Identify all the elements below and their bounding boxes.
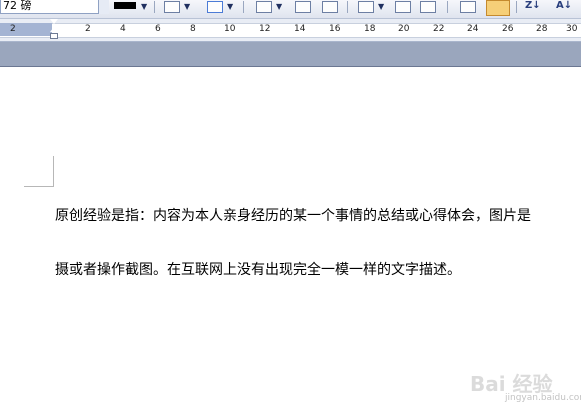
ruler-label: 18 bbox=[364, 24, 376, 34]
highlight-icon[interactable] bbox=[207, 1, 223, 13]
align-bottom-icon[interactable] bbox=[420, 1, 436, 13]
align-top-icon[interactable] bbox=[395, 1, 411, 13]
horizontal-ruler[interactable]: 2 2 4 6 8 10 12 14 16 18 20 22 24 26 28 … bbox=[0, 19, 581, 42]
toolbar-separator bbox=[243, 1, 244, 13]
grid-toggle-button[interactable] bbox=[486, 0, 510, 16]
workspace-background bbox=[0, 42, 581, 67]
chevron-down-icon[interactable]: ▼ bbox=[184, 2, 190, 11]
formatting-toolbar: 72 磅 ▼ ▼ ▼ ▼ ▼ Z↓ A↓ bbox=[0, 0, 581, 19]
document-paragraph[interactable]: 原创经验是指：内容为本人亲身经历的某一个事情的总结或心得体会，图片是 bbox=[55, 205, 531, 225]
font-size-dropdown-arrow[interactable] bbox=[98, 0, 109, 14]
toolbar-separator bbox=[516, 1, 517, 13]
merge-cells-icon[interactable] bbox=[322, 1, 338, 13]
left-indent-marker[interactable] bbox=[50, 33, 58, 39]
ruler-left-margin bbox=[0, 23, 52, 36]
ruler-label: 8 bbox=[190, 24, 196, 34]
ruler-label: 30 bbox=[566, 24, 578, 34]
toolbar-separator bbox=[447, 1, 448, 13]
ruler-label: 16 bbox=[329, 24, 341, 34]
ruler-label: 2 bbox=[85, 24, 91, 34]
ruler-label: 22 bbox=[433, 24, 445, 34]
ruler-label: 20 bbox=[398, 24, 410, 34]
font-color-icon[interactable] bbox=[114, 2, 136, 9]
first-line-indent-marker[interactable] bbox=[50, 19, 58, 24]
toolbar-separator bbox=[154, 1, 155, 13]
table-icon[interactable] bbox=[256, 1, 272, 13]
ruler-label: 14 bbox=[294, 24, 306, 34]
document-paragraph[interactable]: 摄或者操作截图。在互联网上没有出现完全一模一样的文字描述。 bbox=[55, 259, 461, 279]
columns-icon[interactable] bbox=[358, 1, 374, 13]
ruler-label: 4 bbox=[120, 24, 126, 34]
chevron-down-icon[interactable]: ▼ bbox=[141, 2, 147, 11]
chevron-down-icon[interactable]: ▼ bbox=[378, 2, 384, 11]
font-size-value: 72 磅 bbox=[3, 0, 32, 12]
page-corner-mark bbox=[24, 186, 54, 187]
ruler-label: 26 bbox=[502, 24, 514, 34]
toolbar-separator bbox=[347, 1, 348, 13]
drawing-icon[interactable] bbox=[460, 1, 476, 13]
borders-icon[interactable] bbox=[164, 1, 180, 13]
chevron-down-icon[interactable]: ▼ bbox=[276, 2, 282, 11]
baidu-watermark-url: jingyan.baidu.com bbox=[505, 393, 581, 403]
page-corner-mark bbox=[53, 156, 54, 187]
ruler-label: 28 bbox=[536, 24, 548, 34]
font-size-box[interactable]: 72 磅 bbox=[0, 0, 108, 14]
sort-icon[interactable]: Z↓ bbox=[525, 0, 541, 11]
hanging-indent-marker[interactable] bbox=[50, 27, 58, 32]
ruler-label: 24 bbox=[467, 24, 479, 34]
ruler-label: 10 bbox=[224, 24, 236, 34]
chevron-down-icon[interactable]: ▼ bbox=[227, 2, 233, 11]
ruler-label: 2 bbox=[10, 24, 16, 34]
font-size-icon[interactable]: A↓ bbox=[556, 0, 572, 11]
document-page[interactable] bbox=[0, 67, 581, 417]
insert-rows-icon[interactable] bbox=[295, 1, 311, 13]
ruler-label: 12 bbox=[259, 24, 271, 34]
ruler-label: 6 bbox=[155, 24, 161, 34]
